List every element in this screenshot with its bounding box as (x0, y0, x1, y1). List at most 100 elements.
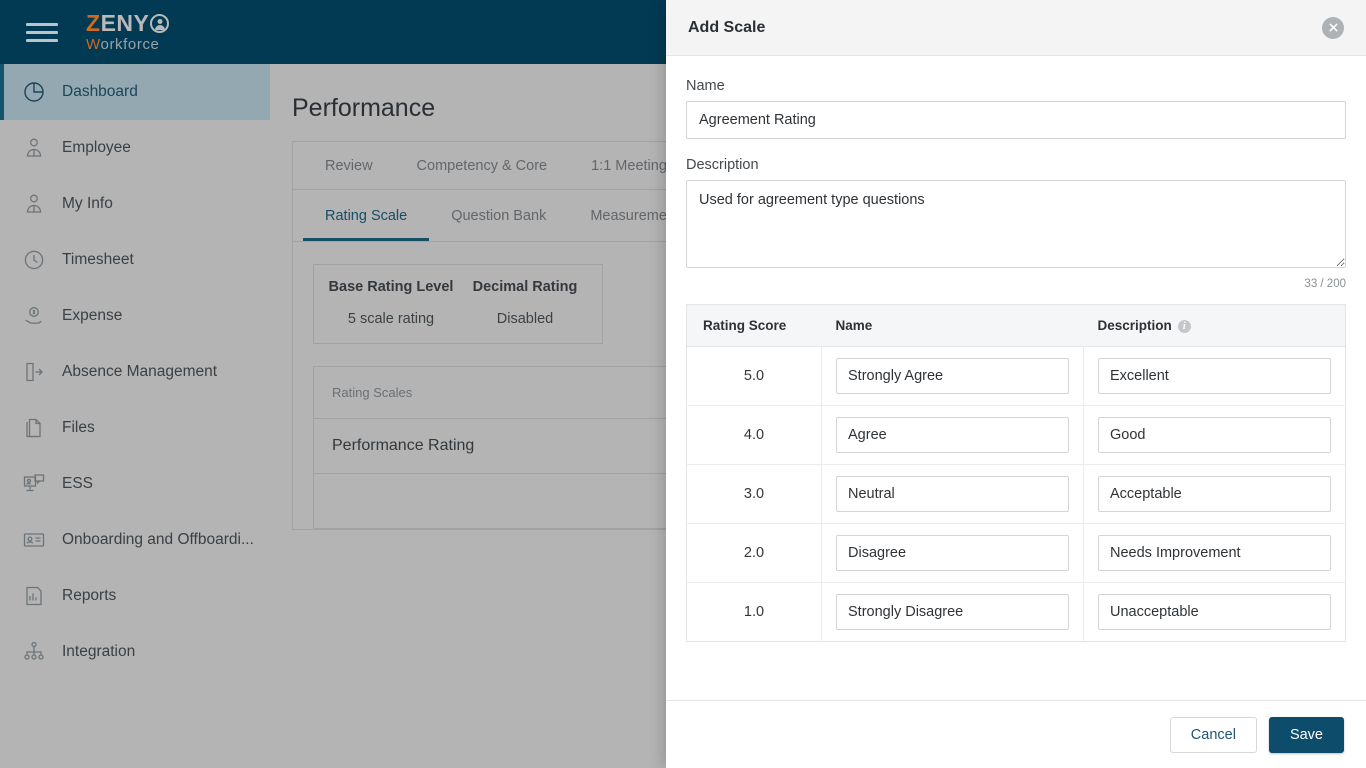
app-logo[interactable]: Z ENY Workforce (86, 10, 170, 52)
summary-card-values: 5 scale rating Disabled (324, 311, 592, 327)
sidebar-item-integration[interactable]: Integration (0, 624, 270, 680)
logo-letters-orkforce: orkforce (100, 36, 160, 53)
hamburger-menu-icon[interactable] (26, 16, 58, 48)
rating-name-cell (821, 405, 1084, 465)
sidebar-item-timesheet[interactable]: Timesheet (0, 232, 270, 288)
rating-name-input[interactable] (836, 535, 1069, 571)
rating-score-value: 3.0 (686, 464, 822, 524)
hamburger-bar (26, 38, 58, 42)
hamburger-bar (26, 22, 58, 26)
documents-icon (22, 416, 46, 440)
rating-scores-table: Rating Score Name Description i 5.0 Stro… (686, 304, 1346, 642)
tab-question-bank[interactable]: Question Bank (429, 208, 568, 241)
employee-icon (22, 136, 46, 160)
rating-name-input[interactable] (836, 417, 1069, 453)
add-scale-modal: Add Scale Name Description 33 / 200 (666, 0, 1366, 768)
sidebar-item-label: Expense (62, 307, 123, 324)
close-icon[interactable] (1322, 16, 1344, 39)
rating-name-input[interactable] (836, 358, 1069, 394)
rating-description-input[interactable] (1098, 535, 1331, 571)
sidebar-item-label: Onboarding and Offboardi... (62, 531, 254, 548)
character-counter: 33 / 200 (1304, 278, 1346, 290)
modal-header: Add Scale (666, 0, 1366, 56)
sidebar-item-label: Employee (62, 139, 131, 156)
report-icon (22, 584, 46, 608)
sidebar-item-onboarding-offboarding[interactable]: Onboarding and Offboardi... (0, 512, 270, 568)
rating-name-input[interactable] (836, 476, 1069, 512)
logo-letters-eny: ENY (100, 10, 150, 36)
save-button[interactable]: Save (1268, 716, 1344, 753)
base-rating-level-value: 5 scale rating (347, 311, 435, 327)
rating-description-input[interactable] (1098, 358, 1331, 394)
column-header-description: Description i (1083, 304, 1346, 347)
table-head: Rating Score Name Description i (686, 304, 1346, 347)
sidebar-item-ess[interactable]: ESS (0, 456, 270, 512)
sidebar-item-expense[interactable]: Expense (0, 288, 270, 344)
sidebar-item-label: ESS (62, 475, 94, 492)
table-body: 5.0 4.0 (686, 346, 1346, 642)
door-exit-icon (22, 360, 46, 384)
sidebar-item-files[interactable]: Files (0, 400, 270, 456)
logo-secondary: Workforce (86, 37, 169, 52)
rating-score-value: 1.0 (686, 582, 822, 642)
sidebar-item-label: Dashboard (62, 83, 138, 100)
rating-description-cell (1083, 405, 1346, 465)
table-row: 2.0 (686, 523, 1346, 583)
rating-name-input[interactable] (836, 594, 1069, 630)
modal-body: Name Description 33 / 200 Rating Score N… (666, 56, 1366, 700)
money-hand-icon (22, 304, 46, 328)
cancel-button[interactable]: Cancel (1169, 716, 1257, 753)
table-header-row: Rating Score Name Description i (686, 304, 1346, 347)
rating-description-input[interactable] (1098, 417, 1331, 453)
scale-name-input[interactable] (686, 101, 1346, 139)
hierarchy-icon (22, 640, 46, 664)
name-label: Name (686, 78, 725, 94)
base-rating-level-label: Base Rating Level (328, 279, 454, 295)
sidebar-item-label: My Info (62, 195, 113, 212)
sidebar-item-my-info[interactable]: My Info (0, 176, 270, 232)
scale-description-textarea[interactable] (686, 180, 1346, 268)
hamburger-bar (26, 30, 58, 34)
sidebar-item-reports[interactable]: Reports (0, 568, 270, 624)
rating-name-cell (821, 464, 1084, 524)
name-field-group: Name (686, 78, 1346, 139)
self-service-icon (22, 472, 46, 496)
modal-footer: Cancel Save (666, 700, 1366, 768)
description-field-group: Description 33 / 200 (686, 157, 1346, 290)
employee-icon (22, 192, 46, 216)
sidebar-item-label: Reports (62, 587, 117, 604)
decimal-rating-label: Decimal Rating (472, 279, 578, 295)
rating-description-input[interactable] (1098, 594, 1331, 630)
rating-description-cell (1083, 523, 1346, 583)
sidebar-item-absence-management[interactable]: Absence Management (0, 344, 270, 400)
sidebar-item-label: Integration (62, 643, 136, 660)
sidebar-navigation: Dashboard Employee My Info Timesheet Exp… (0, 64, 270, 768)
clock-icon (22, 248, 46, 272)
table-row: 4.0 (686, 405, 1346, 465)
column-header-name: Name (821, 304, 1084, 347)
sidebar-item-employee[interactable]: Employee (0, 120, 270, 176)
tab-rating-scale[interactable]: Rating Scale (303, 208, 430, 241)
info-icon[interactable]: i (1177, 319, 1191, 333)
tab-competency-and-core[interactable]: Competency & Core (395, 158, 570, 174)
sidebar-item-label: Timesheet (62, 251, 134, 268)
sidebar-item-dashboard[interactable]: Dashboard (0, 64, 270, 120)
modal-title: Add Scale (688, 18, 766, 36)
sidebar-item-label: Files (62, 419, 95, 436)
rating-description-cell (1083, 464, 1346, 524)
rating-description-input[interactable] (1098, 476, 1331, 512)
app-root: Z ENY Workforce Dashboard Employee My In… (0, 0, 1366, 768)
rating-name-cell (821, 346, 1084, 406)
pie-chart-icon (22, 80, 46, 104)
logo-primary: Z ENY (86, 10, 170, 36)
logo-letter-z: Z (86, 10, 101, 36)
tab-review[interactable]: Review (303, 158, 395, 174)
table-row: 3.0 (686, 464, 1346, 524)
rating-score-value: 2.0 (686, 523, 822, 583)
rating-description-cell (1084, 583, 1346, 642)
summary-card-headers: Base Rating Level Decimal Rating (324, 279, 592, 295)
rating-name-cell (821, 523, 1084, 583)
table-row: 5.0 (686, 346, 1346, 406)
base-rating-summary-card: Base Rating Level Decimal Rating 5 scale… (313, 264, 603, 344)
description-label: Description (686, 157, 759, 173)
